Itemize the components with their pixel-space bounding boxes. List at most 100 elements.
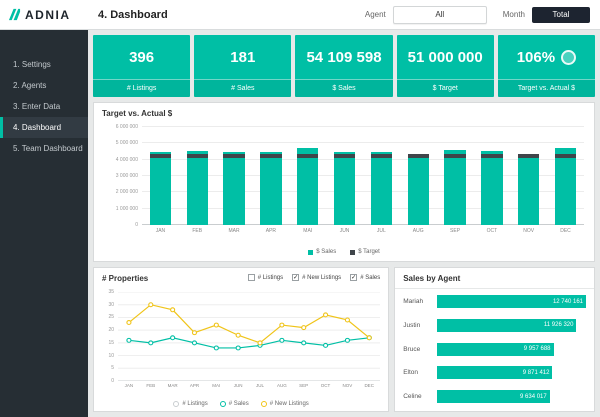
y-tick-label: 2 000 000 bbox=[116, 189, 138, 195]
bar-column bbox=[326, 127, 363, 225]
target-bars bbox=[142, 127, 584, 225]
target-marker bbox=[260, 154, 281, 158]
x-tick-label: MAI bbox=[205, 383, 227, 391]
kpi-value: 51 000 000 bbox=[397, 35, 494, 79]
chart-title: # Properties bbox=[102, 274, 148, 283]
target-xlabels: JANFEBMARAPRMAIJUNJULAUGSEPOCTNOVDEC bbox=[142, 228, 584, 237]
bar-column bbox=[437, 127, 474, 225]
legend-label: # Listings bbox=[182, 401, 207, 407]
agent-bar-area: 12 740 161 bbox=[437, 295, 586, 308]
series-checkbox[interactable]: ✓# New Listings bbox=[292, 274, 341, 281]
x-tick-label: JUN bbox=[326, 228, 363, 237]
sales-bar bbox=[408, 154, 429, 225]
agent-select[interactable]: All bbox=[393, 6, 487, 24]
x-tick-label: SEP bbox=[293, 383, 315, 391]
agent-row: Elton 9 871 412 bbox=[403, 366, 586, 379]
month-filter-label: Month bbox=[503, 10, 525, 19]
kpi-value: 396 bbox=[93, 35, 190, 79]
series-checkbox[interactable]: ✓# Sales bbox=[350, 274, 380, 281]
y-tick-label: 5 000 000 bbox=[116, 140, 138, 146]
sidebar-item-agents[interactable]: 2. Agents bbox=[0, 75, 88, 96]
y-tick-label: 6 000 000 bbox=[116, 124, 138, 130]
agent-row: Celine9 634 017 bbox=[403, 390, 586, 403]
sales-bar bbox=[481, 151, 502, 225]
x-tick-label: FEB bbox=[179, 228, 216, 237]
brand-name: ADNIA bbox=[25, 8, 71, 22]
target-marker bbox=[187, 154, 208, 158]
agent-sales-bar: 9 871 412 bbox=[437, 366, 552, 379]
legend-marker-icon bbox=[173, 401, 179, 407]
content-area: 396 # Listings 181 # Sales 54 109 598 $ … bbox=[88, 30, 600, 417]
agent-filter-label: Agent bbox=[365, 10, 386, 19]
sales-by-agent-chart: Sales by Agent Mariah12 740 161Justin11 … bbox=[394, 267, 595, 412]
agent-sales-bar: 12 740 161 bbox=[437, 295, 586, 308]
y-tick-label: 1 000 000 bbox=[116, 206, 138, 212]
bar-column bbox=[142, 127, 179, 225]
app-window: ADNIA 4. Dashboard Agent All Month Total… bbox=[0, 0, 600, 417]
x-tick-label: FEB bbox=[140, 383, 162, 391]
agent-row: Mariah12 740 161 bbox=[403, 295, 586, 308]
agent-sales-value: 9 871 412 bbox=[523, 370, 550, 376]
sidebar-item-team-dashboard[interactable]: 5. Team Dashboard bbox=[0, 138, 88, 159]
chart-title: Target vs. Actual $ bbox=[102, 109, 172, 118]
agent-row: Bruce9 957 688 bbox=[403, 343, 586, 356]
sidebar-item-settings[interactable]: 1. Settings bbox=[0, 54, 88, 75]
kpi-card-sales-count: 181 # Sales bbox=[194, 35, 291, 97]
legend-label: $ Target bbox=[358, 249, 380, 255]
bar-column bbox=[289, 127, 326, 225]
kpi-label: Target vs. Actual $ bbox=[498, 79, 595, 97]
y-tick-label: 25 bbox=[108, 314, 114, 320]
x-tick-label: DEC bbox=[547, 228, 584, 237]
x-tick-label: AUG bbox=[271, 383, 293, 391]
x-tick-label: JAN bbox=[142, 228, 179, 237]
sidebar: 1. Settings 2. Agents 3. Enter Data 4. D… bbox=[0, 30, 88, 417]
sales-bar bbox=[371, 152, 392, 225]
sidebar-item-enter-data[interactable]: 3. Enter Data bbox=[0, 96, 88, 117]
x-tick-label: OCT bbox=[473, 228, 510, 237]
chart-title: Sales by Agent bbox=[403, 274, 460, 283]
properties-chart: # Properties # Listings✓# New Listings✓#… bbox=[93, 267, 389, 412]
checkbox-icon: ✓ bbox=[350, 274, 357, 281]
sales-bar bbox=[187, 151, 208, 225]
agent-bar-area: 9 871 412 bbox=[437, 366, 586, 379]
divider bbox=[395, 288, 594, 289]
x-tick-label: OCT bbox=[315, 383, 337, 391]
x-tick-label: JUN bbox=[227, 383, 249, 391]
legend-label: # New Listings bbox=[270, 401, 309, 407]
legend-item: # New Listings bbox=[261, 401, 309, 407]
y-tick-label: 15 bbox=[108, 340, 114, 346]
agent-sales-value: 11 926 320 bbox=[544, 322, 574, 328]
month-select[interactable]: Total bbox=[532, 7, 590, 23]
properties-checkboxes: # Listings ✓# New Listings ✓# Sales bbox=[248, 274, 380, 281]
properties-plot bbox=[118, 292, 380, 381]
agent-sales-bar: 9 957 688 bbox=[437, 343, 553, 356]
y-tick-label: 5 bbox=[111, 365, 114, 371]
sales-bar bbox=[297, 148, 318, 225]
x-tick-label: MAR bbox=[162, 383, 184, 391]
properties-xlabels: JANFEBMARAPRMAIJUNJULAUGSEPOCTNOVDEC bbox=[118, 383, 380, 391]
agent-name: Elton bbox=[403, 369, 437, 376]
x-tick-label: SEP bbox=[437, 228, 474, 237]
sidebar-item-dashboard[interactable]: 4. Dashboard bbox=[0, 117, 88, 138]
agent-sales-value: 12 740 161 bbox=[553, 299, 583, 305]
y-tick-label: 35 bbox=[108, 289, 114, 295]
checkbox-icon: ✓ bbox=[292, 274, 299, 281]
target-ylabels: 6 000 0005 000 0004 000 0003 000 0002 00… bbox=[98, 127, 138, 225]
bar-column bbox=[547, 127, 584, 225]
y-tick-label: 0 bbox=[135, 222, 138, 228]
x-tick-label: MAR bbox=[216, 228, 253, 237]
target-legend: $ Sales$ Target bbox=[94, 249, 594, 255]
status-ring-icon bbox=[561, 50, 576, 65]
kpi-value: 181 bbox=[194, 35, 291, 79]
legend-swatch bbox=[350, 250, 355, 255]
series-checkbox[interactable]: # Listings bbox=[248, 274, 283, 281]
topbar: ADNIA 4. Dashboard Agent All Month Total bbox=[0, 0, 600, 30]
adnia-logo-icon bbox=[8, 8, 21, 21]
kpi-card-sales-amount: 54 109 598 $ Sales bbox=[295, 35, 392, 97]
bar-column bbox=[252, 127, 289, 225]
sales-bar bbox=[555, 148, 576, 225]
agent-sales-value: 9 634 017 bbox=[520, 394, 547, 400]
agent-bar-area: 11 926 320 bbox=[437, 319, 586, 332]
kpi-row: 396 # Listings 181 # Sales 54 109 598 $ … bbox=[93, 35, 595, 97]
agent-rows: Mariah12 740 161Justin11 926 320Bruce9 9… bbox=[403, 295, 586, 403]
